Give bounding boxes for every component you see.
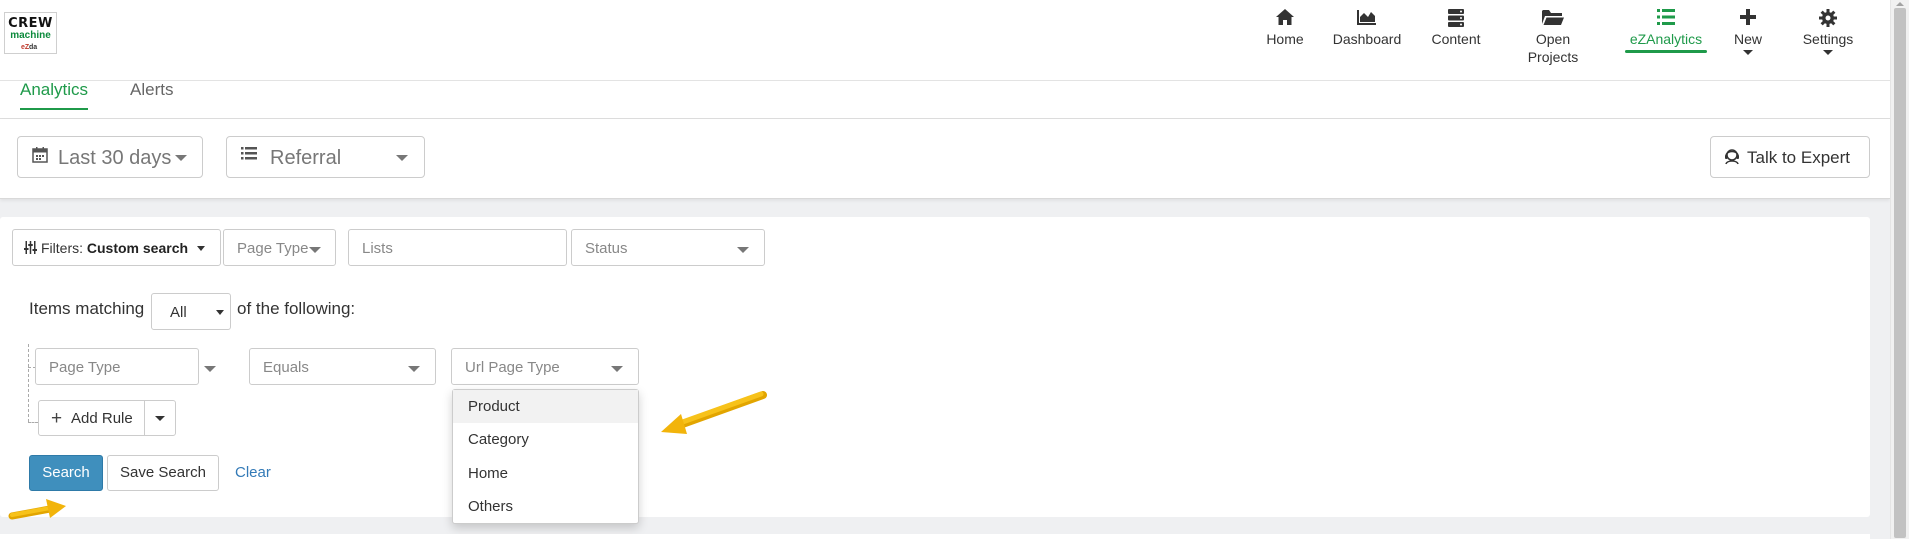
nav-dashboard[interactable]: Dashboard [1331,8,1403,48]
rule-operator-value: Equals [263,359,309,376]
chevron-down-icon [611,366,623,372]
add-rule-button-group[interactable]: + Add Rule [38,400,176,436]
logo-line3: eZ da [5,42,56,52]
svg-text:da: da [29,44,37,50]
search-button[interactable]: Search [29,455,103,491]
page-type-filter-label: Page Type [237,240,309,257]
rule-value-placeholder: Url Page Type [465,359,560,376]
logo-line2: machine [10,30,51,41]
top-header: CREW machine eZ da Home Dashboard Content… [0,0,1890,81]
status-filter-label: Status [585,240,628,257]
match-mode-value: All [170,304,187,321]
talk-to-expert-label: Talk to Expert [1747,148,1850,167]
option-category[interactable]: Category [453,423,638,456]
chevron-down-icon[interactable] [155,416,165,421]
nav-settings-label: Settings [1802,31,1854,47]
controls-bar: Last 30 days Referral Talk to Expert [0,119,1890,199]
nav-home-label: Home [1266,31,1304,47]
filters-dropdown-button[interactable]: Filters: Custom search [12,229,221,266]
match-mode-select[interactable]: All [151,293,231,330]
rule-field-value: Page Type [49,359,121,376]
scrollbar-thumb[interactable] [1894,8,1906,538]
scroll-up-icon[interactable] [1896,2,1904,6]
vertical-scrollbar[interactable] [1890,0,1909,539]
home-icon [1265,8,1305,30]
button-separator [144,401,145,435]
nav-open-projects-label-2: Projects [1527,49,1579,65]
tab-analytics[interactable]: Analytics [20,80,89,110]
list-icon [241,146,257,165]
chevron-down-icon [1823,50,1833,55]
chevron-down-icon [309,247,321,253]
annotation-arrow-icon [8,499,66,520]
talk-to-expert-button[interactable]: Talk to Expert [1710,136,1870,178]
save-search-button[interactable]: Save Search [107,455,219,491]
server-icon [1430,8,1482,30]
rule-value-select[interactable]: Url Page Type [451,348,639,385]
chevron-down-icon [197,246,205,251]
chevron-down-icon [408,366,420,372]
section-tabs: Analytics Alerts [0,80,1890,119]
plus-icon: + [51,408,63,429]
annotation-arrow-icon [661,391,767,434]
support-agent-icon [1723,147,1741,170]
rule-field-select[interactable]: Page Type [35,348,216,385]
source-select[interactable]: Referral [226,136,425,178]
filters-label: Filters: Custom search [41,240,188,256]
option-home[interactable]: Home [453,457,638,490]
nav-new[interactable]: New [1730,8,1766,55]
date-range-value: Last 30 days [58,147,172,169]
chevron-down-icon [737,247,749,253]
chevron-down-icon [204,366,216,372]
option-product[interactable]: Product [453,390,638,423]
of-following-label: of the following: [237,299,356,318]
chevron-down-icon [175,155,187,161]
chevron-down-icon [396,155,408,161]
plus-icon [1730,8,1766,30]
status-filter[interactable]: Status [571,229,765,266]
rule-operator-select[interactable]: Equals [249,348,436,385]
source-value: Referral [270,147,342,169]
nav-open-projects[interactable]: Open Projects [1522,8,1584,66]
add-rule-label: Add Rule [71,410,133,427]
tab-alerts[interactable]: Alerts [130,80,173,108]
clear-link[interactable]: Clear [235,464,271,481]
lists-input[interactable]: Lists [348,229,567,266]
page-type-options-menu: Product Category Home Others [452,389,639,524]
gear-icon [1802,8,1854,30]
lists-placeholder: Lists [362,240,393,257]
filters-prefix: Filters: [41,240,83,256]
rule-tree-branch [28,422,38,423]
nav-open-projects-label-1: Open [1535,31,1571,47]
sliders-icon [24,241,37,257]
nav-ezanalytics[interactable]: eZAnalytics [1625,8,1707,53]
option-others[interactable]: Others [453,490,638,523]
nav-content[interactable]: Content [1430,8,1482,48]
list-icon [1625,8,1707,30]
nav-dashboard-label: Dashboard [1332,31,1402,47]
date-range-select[interactable]: Last 30 days [17,136,203,178]
filters-value: Custom search [86,240,189,256]
logo-line1: CREW [8,16,53,31]
folder-open-icon [1522,8,1584,30]
calendar-icon [32,146,48,168]
nav-ezanalytics-label: eZAnalytics [1629,31,1703,47]
chevron-down-icon [1743,50,1753,55]
next-panel-edge [0,534,1870,539]
page-type-filter[interactable]: Page Type [223,229,336,266]
rule-tree-line [28,344,29,422]
chevron-down-icon [216,310,224,315]
area-chart-icon [1331,8,1403,30]
nav-content-label: Content [1431,31,1481,47]
items-matching-label: Items matching [29,299,145,318]
nav-new-label: New [1733,31,1762,47]
nav-home[interactable]: Home [1265,8,1305,48]
app-logo[interactable]: CREW machine eZ da [4,12,57,54]
nav-settings[interactable]: Settings [1802,8,1854,55]
